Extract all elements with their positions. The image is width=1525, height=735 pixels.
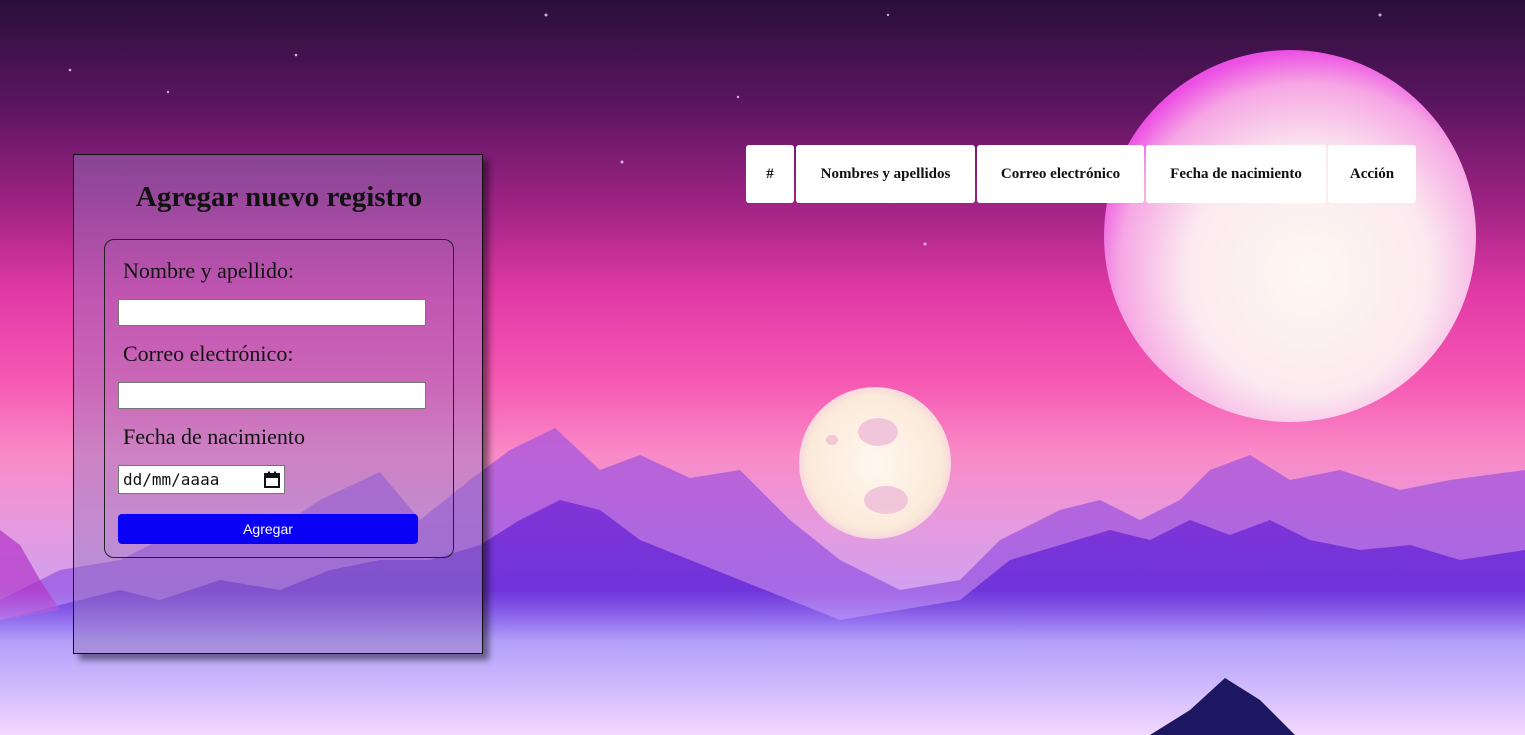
column-header-number: # [746,145,794,203]
panel-title: Agregar nuevo registro [135,181,423,213]
form-box: Nombre y apellido: Correo electrónico: F… [104,239,454,558]
birthdate-input[interactable]: dd/mm/aaaa [118,465,285,494]
add-record-panel: Agregar nuevo registro Nombre y apellido… [73,154,483,654]
email-label: Correo electrónico: [123,341,294,366]
birthdate-placeholder: dd/mm/aaaa [123,470,220,489]
records-table-header: # Nombres y apellidos Correo electrónico… [746,145,1416,203]
column-header-action: Acción [1328,145,1416,203]
name-label: Nombre y apellido: [123,258,295,283]
column-header-birthdate: Fecha de nacimiento [1146,145,1326,203]
email-input[interactable] [118,382,426,409]
calendar-icon[interactable] [264,471,280,488]
column-header-email: Correo electrónico [977,145,1144,203]
name-input[interactable] [118,299,426,326]
add-button[interactable]: Agregar [118,514,418,544]
birthdate-label: Fecha de nacimiento [123,424,306,449]
column-header-name: Nombres y apellidos [796,145,975,203]
